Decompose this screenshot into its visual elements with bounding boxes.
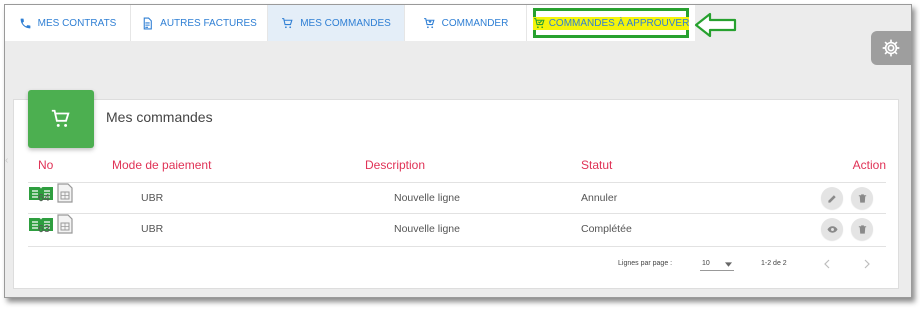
- tab-label: MES COMMANDES: [300, 17, 391, 29]
- app-window: MES CONTRATS AUTRES FACTURES MES COMMAND…: [4, 4, 912, 298]
- side-handle-icon: ‹: [5, 155, 9, 166]
- order-number: 64: [38, 192, 50, 204]
- description: Nouvelle ligne: [394, 223, 460, 235]
- chevron-down-icon: [725, 262, 732, 267]
- cart-icon: [282, 17, 293, 28]
- order-number: 63: [38, 223, 50, 235]
- edit-icon: [827, 194, 836, 203]
- card-header-icon: [28, 90, 94, 148]
- rows-per-page-value: 10: [702, 260, 710, 267]
- rows-per-page-label: Lignes par page :: [618, 260, 673, 267]
- table-header: No Mode de paiement Description Statut A…: [28, 158, 886, 182]
- gear-icon: [882, 39, 900, 57]
- tab-label: COMMANDES À APPROUVER: [548, 17, 690, 29]
- cart-add-icon: [423, 17, 435, 28]
- tab-mes-contrats[interactable]: MES CONTRATS: [5, 5, 131, 41]
- document-icon: [143, 17, 152, 29]
- view-icon: [826, 225, 838, 233]
- pagination-range: 1-2 de 2: [761, 260, 787, 267]
- annotation-arrow-icon: [694, 12, 737, 38]
- orders-card: Mes commandes No Mode de paiement Descri…: [13, 90, 899, 289]
- column-header-action: Action: [852, 158, 886, 172]
- status: Complétée: [581, 223, 632, 235]
- payment-method: UBR: [141, 223, 164, 235]
- tab-label: MES CONTRATS: [37, 17, 117, 29]
- phone-icon: [20, 18, 31, 28]
- tab-label: COMMANDER: [441, 17, 509, 29]
- delete-button[interactable]: [851, 187, 873, 209]
- cart-icon: [51, 109, 70, 127]
- rows-per-page-select[interactable]: 10: [700, 257, 734, 271]
- highlighted-label: COMMANDES À APPROUVER: [532, 16, 690, 30]
- column-header-no: No: [38, 158, 54, 172]
- table-row: 63 UBR Nouvelle ligne Complétée: [28, 213, 886, 244]
- description: Nouvelle ligne: [394, 192, 460, 204]
- column-header-payment: Mode de paiement: [112, 158, 212, 172]
- payment-method: UBR: [141, 192, 164, 204]
- sim-card-icon: [57, 214, 73, 234]
- table-row: 64 UBR Nouvelle ligne Annuler: [28, 182, 886, 213]
- next-page-button[interactable]: [864, 259, 870, 269]
- tab-autres-factures[interactable]: AUTRES FACTURES: [131, 5, 268, 41]
- tab-mes-commandes[interactable]: MES COMMANDES: [268, 5, 405, 41]
- status: Annuler: [581, 192, 618, 204]
- settings-button[interactable]: [871, 31, 911, 65]
- delete-icon: [858, 224, 866, 234]
- edit-button[interactable]: [821, 187, 843, 209]
- column-header-description: Description: [365, 158, 426, 172]
- previous-page-button[interactable]: [824, 259, 830, 269]
- sim-card-icon: [57, 183, 73, 203]
- tab-bar: MES CONTRATS AUTRES FACTURES MES COMMAND…: [5, 5, 695, 41]
- tab-commander[interactable]: COMMANDER: [405, 5, 527, 41]
- page-title: Mes commandes: [106, 109, 213, 125]
- table-divider: [28, 246, 886, 247]
- tab-label: AUTRES FACTURES: [160, 17, 257, 29]
- delete-icon: [858, 193, 866, 203]
- cart-check-icon: [533, 17, 545, 28]
- delete-button[interactable]: [851, 218, 873, 240]
- tab-commandes-a-approuver[interactable]: COMMANDES À APPROUVER: [532, 8, 690, 38]
- column-header-status: Statut: [581, 158, 613, 172]
- view-button[interactable]: [821, 218, 843, 240]
